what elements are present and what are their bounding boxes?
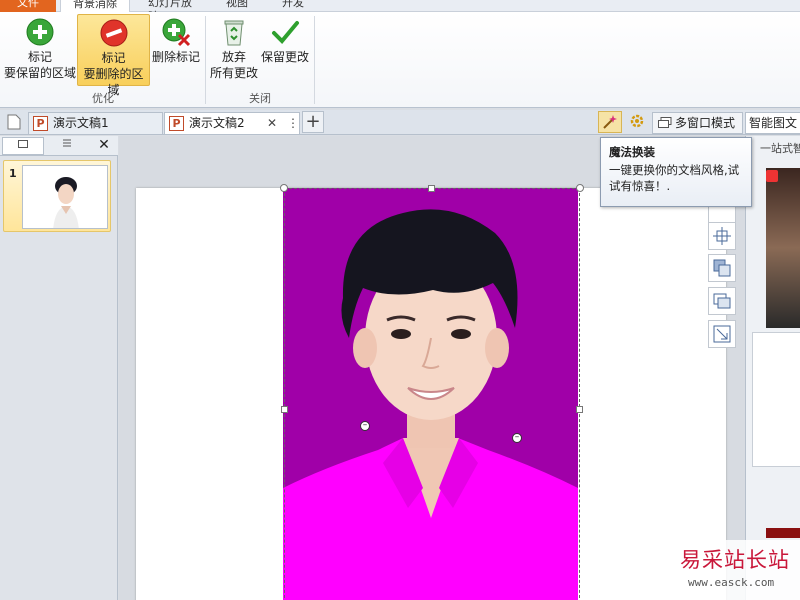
doc-tab-2-label: 演示文稿2 [189,116,245,130]
tab-background-removal[interactable]: 背景消除 [60,0,130,12]
tab-view[interactable]: 视图 [214,0,264,12]
multi-window-label: 多窗口模式 [675,116,736,130]
tooltip-title: 魔法换装 [609,145,655,159]
watermark-text: 易采站长站 [680,548,790,572]
presentation-icon: P [33,116,48,131]
skin-settings-button[interactable] [626,111,648,133]
doc-tab-2[interactable]: P 演示文稿2 ✕ ⋮ [164,112,300,134]
group-label-close: 关闭 [249,92,271,105]
presentation-icon: P [169,116,184,131]
group-label-optimize: 优化 [92,92,114,105]
delete-mark-label: 删除标记 [151,50,200,64]
tab-more-icon[interactable]: ⋮ [287,113,299,133]
close-pane-icon[interactable]: ✕ [94,137,114,155]
pane-heading: 一站式智能 [760,142,800,155]
slide-thumbnail-pane: ✕ 1 [0,136,118,600]
template-strip[interactable] [766,528,800,538]
file-list-button[interactable] [4,111,24,133]
minus-icon [100,19,127,47]
keep-changes-button[interactable]: 保留更改 [260,14,310,86]
doc-tab-1[interactable]: P 演示文稿1 [28,112,163,134]
crop-tool-button[interactable] [708,222,736,250]
windows-icon [658,117,672,128]
magic-wand-icon [603,115,617,129]
resize-handle-top[interactable] [428,185,435,192]
template-card[interactable] [752,332,800,467]
removal-mark-icon[interactable]: – [512,433,522,443]
resize-handle-top-right[interactable] [576,184,584,192]
gear-icon [630,114,644,128]
resize-tool-button[interactable] [708,320,736,348]
resize-handle-left[interactable] [281,406,288,413]
slides-icon [18,140,28,148]
group-separator [205,16,206,104]
discard-line1: 放弃 [221,50,246,64]
outline-icon [63,139,71,147]
document-tab-bar: P 演示文稿1 P 演示文稿2 ✕ ⋮ + 多窗口模式 智能图文 [0,110,800,135]
new-tab-button[interactable]: + [302,111,324,133]
resize-handle-right[interactable] [576,406,583,413]
smart-text-tab[interactable]: 智能图文 [745,112,800,134]
layers-icon [713,259,731,277]
delete-mark-icon [162,18,191,47]
resize-handle-top-left[interactable] [280,184,288,192]
replace-image-button[interactable] [708,287,736,315]
tab-file[interactable]: 文件 [0,0,56,12]
crop-icon [713,227,731,245]
slide-thumbnail[interactable]: 1 [3,160,111,232]
template-badge-icon [766,170,778,182]
ribbon: 标记 要保留的区域 标记 要删除的区域 删除标记 放弃 所有更改 保留更改 优化… [0,12,800,108]
discard-line2: 所有更改 [209,66,258,80]
close-tab-icon[interactable]: ✕ [267,113,277,133]
magic-skin-button[interactable] [598,111,622,133]
image-selection-frame [284,188,580,600]
smart-text-pane: 一站式智能 [745,136,800,600]
mark-keep-line1: 标记 [27,50,52,64]
tab-slideshow[interactable]: 幻灯片放映 [136,0,212,23]
slide-preview [22,165,108,229]
replace-image-icon [713,293,731,309]
plus-icon [26,18,54,46]
portrait-thumbnail-image [53,177,79,228]
delete-mark-button[interactable]: 删除标记 [150,14,202,86]
watermark-url: www.easck.com [688,576,775,589]
document-icon [7,114,21,130]
mark-remove-button[interactable]: 标记 要删除的区域 [77,14,150,97]
mark-keep-line2: 要保留的区域 [4,66,77,80]
discard-changes-button[interactable]: 放弃 所有更改 [208,14,260,86]
tab-developer[interactable]: 开发 [270,0,320,12]
removal-mark-icon[interactable]: – [360,421,370,431]
arrange-tool-button[interactable] [708,254,736,282]
mark-remove-line1: 标记 [101,51,126,65]
outline-tab[interactable] [46,137,88,155]
slide-number: 1 [9,167,17,180]
site-watermark: 易采站长站 www.easck.com [660,540,800,600]
multi-window-button[interactable]: 多窗口模式 [652,112,743,134]
slides-tab[interactable] [2,137,44,155]
resize-icon [713,325,731,343]
template-preview-image[interactable] [766,168,800,328]
checkmark-icon [272,21,299,44]
group-separator [314,16,315,104]
doc-tab-1-label: 演示文稿1 [53,116,109,130]
magic-skin-tooltip: 魔法换装 一键更换你的文档风格,试试有惊喜！. [600,137,752,207]
ribbon-tab-strip: 文件 背景消除 幻灯片放映 视图 开发 [0,0,800,23]
pane-header: ✕ [0,136,118,156]
recycle-bin-icon [224,20,244,46]
keep-changes-label: 保留更改 [260,50,309,64]
mark-keep-button[interactable]: 标记 要保留的区域 [4,14,76,86]
tooltip-body: 一键更换你的文档风格,试试有惊喜！. [609,163,740,193]
